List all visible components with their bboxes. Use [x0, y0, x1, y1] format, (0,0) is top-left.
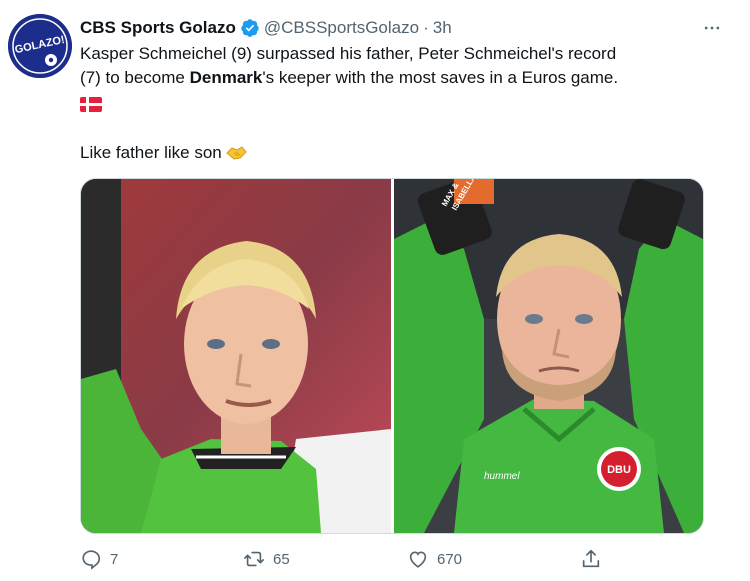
peter-schmeichel-photo[interactable]: [81, 179, 394, 533]
handshake-icon: [225, 144, 247, 162]
tweet-text-bold: Denmark: [189, 68, 263, 87]
reply-button[interactable]: 7: [80, 548, 118, 570]
share-button[interactable]: [580, 548, 610, 570]
separator-dot: ·: [423, 18, 429, 37]
tweet-text-line-2: (7) to become Denmark's keeper with the …: [80, 66, 720, 90]
kasper-schmeichel-photo[interactable]: MAX & ISABELLA hummel DBU: [394, 179, 703, 533]
shirt-text: hummel: [484, 471, 520, 482]
avatar[interactable]: GOLAZO!: [8, 14, 72, 78]
like-count: 670: [437, 550, 463, 568]
crest-text: DBU: [607, 464, 631, 476]
heart-icon: [409, 551, 427, 568]
retweet-button[interactable]: 65: [243, 548, 290, 570]
tweet-text-like-father: Like father like son: [80, 143, 222, 162]
timestamp[interactable]: 3h: [433, 18, 452, 38]
tweet-text-prefix: (7) to become: [80, 68, 190, 87]
denmark-flag-icon: [80, 95, 102, 112]
golazo-logo-icon: GOLAZO!: [8, 14, 72, 78]
tweet-text-suffix: 's keeper with the most saves in a Euros…: [262, 68, 619, 87]
action-bar: 7 65 670: [80, 545, 700, 573]
retweet-icon: [244, 551, 264, 567]
display-name[interactable]: CBS Sports Golazo: [80, 18, 236, 38]
user-handle[interactable]: @CBSSportsGolazo: [264, 18, 419, 38]
reply-icon: [82, 550, 101, 570]
media-grid[interactable]: MAX & ISABELLA hummel DBU: [80, 178, 704, 534]
share-icon: [582, 549, 600, 568]
verified-badge-icon: [240, 18, 260, 38]
reply-count: 7: [110, 550, 119, 568]
retweet-count: 65: [273, 550, 290, 568]
tweet-text-line-1: Kasper Schmeichel (9) surpassed his fath…: [80, 44, 617, 63]
tweet-text: Kasper Schmeichel (9) surpassed his fath…: [80, 42, 720, 112]
tweet-header: CBS Sports Golazo @CBSSportsGolazo · 3h: [80, 14, 710, 42]
tweet-text-paragraph-2: Like father like son: [80, 143, 247, 163]
like-button[interactable]: 670: [407, 548, 462, 570]
more-options-icon[interactable]: [698, 14, 726, 42]
tweet[interactable]: GOLAZO! CBS Sports Golazo @CBSSportsGola…: [0, 0, 750, 581]
